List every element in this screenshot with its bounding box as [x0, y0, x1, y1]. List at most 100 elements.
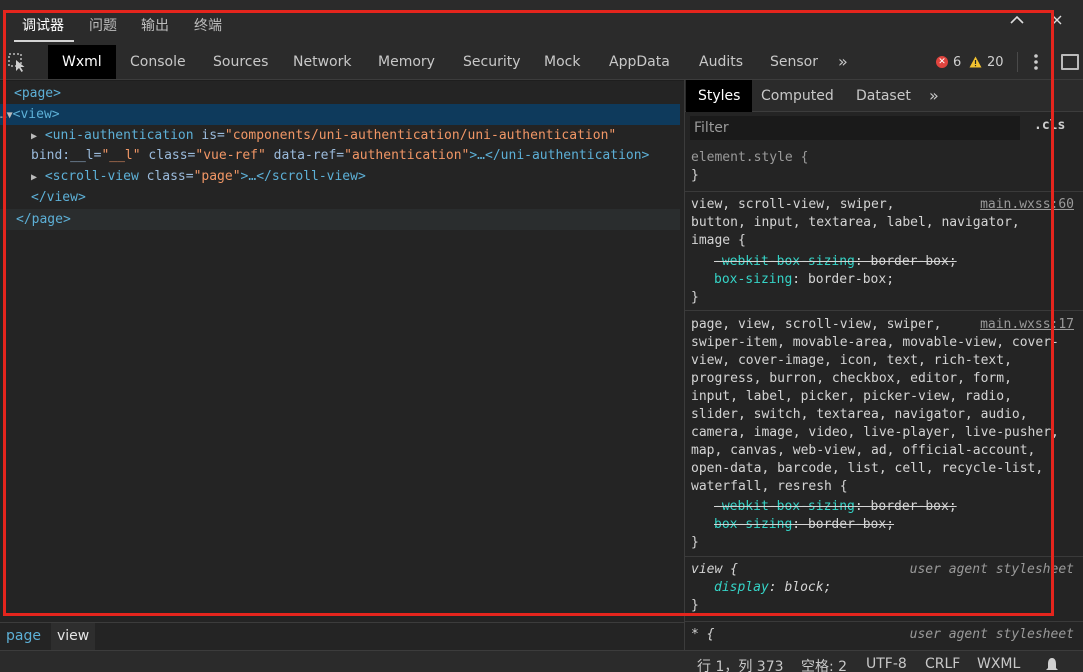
attr-is-value: "components/uni-authentication/uni-authe…	[224, 128, 617, 143]
tab-problems[interactable]: 问题	[89, 15, 117, 35]
uni-authentication-tag: <uni-authentication	[44, 128, 194, 143]
attr-bind: bind:__l=	[31, 148, 102, 163]
tree-node-page-close[interactable]: </page>	[0, 209, 680, 230]
rule-element-style: element.style { }	[685, 147, 1083, 192]
tab-styles[interactable]: Styles	[686, 80, 753, 112]
css-property[interactable]: -webkit-box-sizing: border-box;	[691, 253, 1076, 271]
more-subtabs-button[interactable]: »	[929, 80, 939, 112]
breadcrumb-view[interactable]: view	[51, 623, 96, 650]
tab-appdata[interactable]: AppData	[609, 45, 670, 79]
cls-toggle-button[interactable]: .cls	[1034, 118, 1065, 133]
tab-console[interactable]: Console	[130, 45, 186, 79]
attr-is: is=	[201, 128, 225, 143]
tab-mock[interactable]: Mock	[544, 45, 580, 79]
property-value: border-box;	[807, 272, 895, 287]
styles-subtabs: Styles Computed Dataset »	[685, 80, 1083, 112]
line-ending[interactable]: CRLF	[925, 656, 960, 672]
tree-node-view-selected[interactable]: …▼<view>	[0, 104, 680, 125]
language-mode[interactable]: WXML	[977, 656, 1020, 672]
indentation-setting[interactable]: 空格: 2	[801, 656, 847, 672]
css-property[interactable]: box-sizing: border-box;	[691, 271, 1076, 289]
warning-count-value: 20	[987, 54, 1004, 70]
devtools-tabbar: Wxml Console Sources Network Memory Secu…	[0, 44, 1083, 80]
wxml-tree: <page> …▼<view> ▶ <uni-authentication is…	[0, 81, 684, 622]
breadcrumb-page[interactable]: page	[0, 623, 47, 650]
cursor-position[interactable]: 行 1，列 373	[697, 656, 784, 672]
collapsed-triangle-icon[interactable]: ▶	[31, 172, 37, 183]
property-value: border-box;	[807, 517, 895, 532]
tab-terminal[interactable]: 终端	[194, 15, 222, 35]
bell-icon[interactable]	[1045, 657, 1059, 672]
scroll-view-tag: <scroll-view	[44, 169, 139, 184]
attr-data-ref-value: "authentication"	[344, 148, 470, 163]
styles-panel: Styles Computed Dataset » .cls element.s…	[684, 80, 1083, 650]
rule-source-link[interactable]: main.wxss:17	[980, 316, 1074, 334]
rule-user-agent-universal: user agent stylesheet * {	[685, 623, 1083, 650]
tab-security[interactable]: Security	[463, 45, 521, 79]
rule-user-agent-view: user agent stylesheet view { display: bl…	[685, 558, 1083, 622]
file-encoding[interactable]: UTF-8	[866, 656, 907, 672]
chevron-up-icon[interactable]	[1009, 12, 1025, 28]
tab-computed[interactable]: Computed	[761, 80, 834, 112]
tab-audits[interactable]: Audits	[699, 45, 743, 79]
tab-sources[interactable]: Sources	[213, 45, 268, 79]
attr-class: class=	[146, 169, 194, 184]
view-open-tag: <view>	[12, 107, 60, 122]
rule-source-link[interactable]: main.wxss:60	[980, 196, 1074, 214]
tree-node-view-close[interactable]: </view>	[0, 187, 680, 208]
styles-filter-input[interactable]	[690, 116, 1020, 140]
tab-network[interactable]: Network	[293, 45, 351, 79]
warning-count[interactable]: 20	[969, 54, 1004, 70]
tab-output[interactable]: 输出	[141, 15, 169, 35]
rule-main-wxss-60: main.wxss:60 view, scroll-view, swiper, …	[685, 193, 1083, 311]
property-value: block;	[784, 580, 832, 595]
scroll-view-close-tag: >…</scroll-view>	[240, 169, 366, 184]
tree-node-page[interactable]: <page>	[0, 83, 680, 104]
property-name: box-sizing	[714, 272, 793, 287]
tab-debugger[interactable]: 调试器	[22, 15, 64, 35]
error-count[interactable]: ✕ 6	[936, 54, 961, 70]
tree-node-scroll-view[interactable]: ▶ <scroll-view class="page">…</scroll-vi…	[0, 166, 680, 187]
dock-icon[interactable]	[1061, 54, 1079, 70]
rule-main-wxss-17: main.wxss:17 page, view, scroll-view, sw…	[685, 312, 1083, 557]
tabbar-divider	[1017, 52, 1018, 72]
page-open-tag: <page>	[14, 86, 61, 101]
css-property[interactable]: -webkit-box-sizing: border-box;	[691, 498, 1076, 516]
property-name: box-sizing	[714, 517, 793, 532]
warning-icon	[969, 56, 982, 68]
tree-node-uni-authentication-cont[interactable]: bind:__l="__l" class="vue-ref" data-ref=…	[0, 145, 680, 166]
rule-close-brace: }	[691, 535, 699, 550]
tab-dataset[interactable]: Dataset	[856, 80, 911, 112]
tab-sensor[interactable]: Sensor	[770, 45, 818, 79]
rule-close-brace: }	[691, 290, 699, 305]
more-vertical-icon[interactable]	[1031, 51, 1041, 73]
tree-node-uni-authentication[interactable]: ▶ <uni-authentication is="components/uni…	[0, 125, 680, 146]
attr-class: class=	[148, 148, 196, 163]
css-property[interactable]: box-sizing: border-box;	[691, 516, 1076, 534]
rule-close-brace: }	[691, 168, 699, 183]
property-name: display	[714, 580, 769, 595]
inspect-element-icon[interactable]	[6, 51, 28, 73]
more-tabs-button[interactable]: »	[838, 45, 848, 79]
rule-source-label: user agent stylesheet	[909, 627, 1074, 642]
uni-authentication-close-tag: >…</uni-authentication>	[469, 148, 650, 163]
attr-data-ref: data-ref=	[273, 148, 345, 163]
top-panel-tabs: 调试器 问题 输出 终端	[0, 0, 1083, 44]
rule-selector: element.style {	[691, 150, 809, 165]
active-tab-underline	[14, 40, 74, 42]
rule-close-brace: }	[691, 598, 699, 613]
property-name: -webkit-box-sizing	[714, 499, 855, 514]
close-icon[interactable]	[1049, 11, 1065, 29]
attr-class-value: "vue-ref"	[195, 148, 266, 163]
rule-source-label: user agent stylesheet	[909, 562, 1074, 577]
view-close-tag: </view>	[31, 190, 86, 205]
attr-bind-value: "__l"	[101, 148, 141, 163]
property-value: border-box;	[870, 499, 957, 514]
error-count-value: 6	[953, 54, 962, 70]
collapsed-triangle-icon[interactable]: ▶	[31, 131, 37, 142]
css-property[interactable]: display: block;	[691, 579, 1076, 597]
page-close-tag: </page>	[16, 212, 71, 227]
breadcrumb: page view	[0, 622, 684, 650]
tab-memory[interactable]: Memory	[378, 45, 435, 79]
tab-wxml[interactable]: Wxml	[48, 45, 116, 79]
